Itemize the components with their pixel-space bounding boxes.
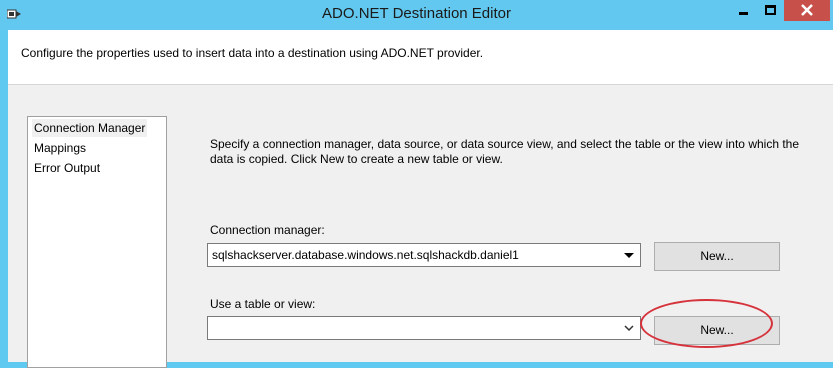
connection-manager-value: sqlshackserver.database.windows.net.sqls… bbox=[212, 248, 519, 262]
minimize-button[interactable] bbox=[730, 0, 757, 21]
maximize-icon bbox=[765, 5, 776, 15]
nav-item-mappings[interactable]: Mappings bbox=[32, 139, 88, 157]
connection-manager-dropdown[interactable]: sqlshackserver.database.windows.net.sqls… bbox=[207, 243, 641, 267]
nav-item-connection-manager[interactable]: Connection Manager bbox=[32, 119, 148, 137]
window-title: ADO.NET Destination Editor bbox=[322, 5, 511, 22]
dialog-body: Configure the properties used to insert … bbox=[8, 30, 833, 368]
table-or-view-label: Use a table or view: bbox=[210, 297, 316, 311]
minimize-icon bbox=[739, 12, 748, 15]
dropdown-arrow-icon bbox=[624, 253, 634, 258]
close-button[interactable] bbox=[784, 0, 830, 21]
instructions-text: Specify a connection manager, data sourc… bbox=[210, 137, 800, 166]
header-description: Configure the properties used to insert … bbox=[21, 46, 484, 60]
close-icon bbox=[801, 4, 813, 16]
table-or-view-dropdown[interactable] bbox=[207, 316, 641, 340]
title-bar[interactable]: ADO.NET Destination Editor bbox=[0, 0, 833, 30]
dropdown-arrow-icon bbox=[624, 325, 634, 332]
connection-manager-dropdown-button[interactable] bbox=[619, 245, 639, 265]
nav-item-error-output[interactable]: Error Output bbox=[32, 159, 102, 177]
new-table-button[interactable]: New... bbox=[654, 316, 780, 345]
table-or-view-dropdown-button[interactable] bbox=[619, 318, 639, 338]
header-panel: Configure the properties used to insert … bbox=[8, 30, 833, 85]
new-connection-button[interactable]: New... bbox=[654, 242, 780, 271]
page-navigation-list[interactable]: Connection Manager Mappings Error Output bbox=[27, 116, 167, 368]
connection-manager-label: Connection manager: bbox=[210, 223, 325, 237]
maximize-button[interactable] bbox=[757, 0, 784, 21]
